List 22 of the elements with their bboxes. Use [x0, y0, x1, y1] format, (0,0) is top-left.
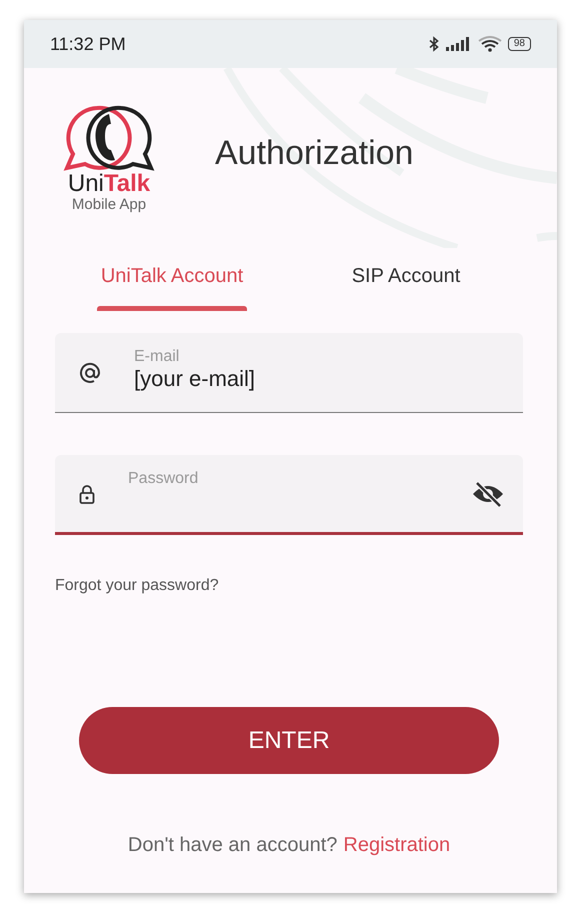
field-label: E-mail — [134, 348, 180, 366]
enter-button[interactable]: ENTER — [79, 707, 499, 774]
logo-subtitle: Mobile App — [72, 196, 146, 213]
forgot-password-link[interactable]: Forgot your password? — [55, 577, 219, 595]
registration-link[interactable]: Registration — [343, 834, 450, 857]
page-title: Authorization — [215, 134, 414, 173]
lock-icon — [79, 484, 95, 504]
email-field[interactable]: E-mail [your e-mail] — [55, 333, 523, 413]
at-sign-icon — [79, 362, 101, 384]
status-time: 11:32 PM — [50, 34, 126, 54]
battery-indicator: 98 — [508, 37, 531, 51]
field-label: Password — [128, 470, 200, 488]
account-tab[interactable]: SIP Account — [289, 259, 523, 311]
signal-icon — [446, 37, 472, 51]
logo-wordmark: UniTalk — [68, 172, 150, 196]
chat-phone-logo-icon — [63, 104, 155, 174]
bluetooth-icon — [428, 36, 440, 52]
footer-text: Don't have an account? — [128, 834, 338, 857]
account-tab[interactable]: UniTalk Account — [55, 259, 289, 311]
wifi-icon — [478, 36, 502, 52]
eye-slash-icon[interactable] — [471, 480, 505, 508]
field-value: [your e-mail] — [134, 366, 256, 392]
